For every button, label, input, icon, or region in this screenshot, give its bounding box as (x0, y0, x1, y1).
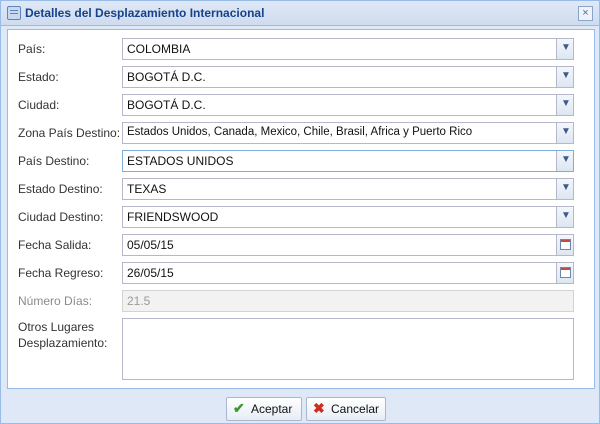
label-otros-lugares-1: Otros Lugares (18, 320, 95, 334)
pais-combo[interactable]: COLOMBIA ▼ (122, 38, 574, 60)
pais-destino-combo[interactable]: ESTADOS UNIDOS ▼ (122, 150, 574, 172)
row-otros-lugares: Otros Lugares Desplazamiento: (8, 318, 594, 380)
row-ciudad-destino: Ciudad Destino: FRIENDSWOOD ▼ (8, 206, 594, 228)
row-fecha-salida: Fecha Salida: 05/05/15 (8, 234, 594, 256)
estado-destino-value: TEXAS (127, 182, 167, 196)
label-pais: País: (18, 42, 46, 56)
chevron-down-icon: ▼ (561, 98, 571, 109)
label-otros-lugares-2: Desplazamiento: (18, 336, 108, 350)
row-zona: Zona País Destino: Estados Unidos, Canad… (8, 122, 594, 144)
check-icon: ✔ (233, 400, 245, 416)
numero-dias-field: 21.5 (122, 290, 574, 312)
calendar-icon (560, 239, 571, 250)
label-ciudad: Ciudad: (18, 98, 60, 112)
x-icon: ✖ (313, 400, 325, 416)
fecha-salida-value: 05/05/15 (127, 238, 174, 252)
label-numero-dias: Número Días: (18, 294, 93, 308)
ciudad-destino-dropdown-trigger[interactable]: ▼ (556, 207, 573, 227)
titlebar[interactable]: Detalles del Desplazamiento Internaciona… (1, 1, 599, 26)
estado-destino-combo[interactable]: TEXAS ▼ (122, 178, 574, 200)
row-estado: Estado: BOGOTÁ D.C. ▼ (8, 66, 594, 88)
chevron-down-icon: ▼ (561, 70, 571, 81)
row-pais-destino: País Destino: ESTADOS UNIDOS ▼ (8, 150, 594, 172)
aceptar-label: Aceptar (251, 402, 293, 416)
chevron-down-icon: ▼ (561, 42, 571, 53)
dialog-title: Detalles del Desplazamiento Internaciona… (25, 6, 265, 20)
chevron-down-icon: ▼ (561, 126, 571, 137)
fecha-regreso-field[interactable]: 26/05/15 (122, 262, 574, 284)
chevron-down-icon: ▼ (561, 182, 571, 193)
pais-dropdown-trigger[interactable]: ▼ (556, 39, 573, 59)
dialog-window: Detalles del Desplazamiento Internaciona… (0, 0, 600, 424)
estado-destino-dropdown-trigger[interactable]: ▼ (556, 179, 573, 199)
ciudad-dropdown-trigger[interactable]: ▼ (556, 95, 573, 115)
label-fecha-regreso: Fecha Regreso: (18, 266, 104, 280)
row-ciudad: Ciudad: BOGOTÁ D.C. ▼ (8, 94, 594, 116)
close-button[interactable]: × (578, 6, 593, 21)
fecha-salida-field[interactable]: 05/05/15 (122, 234, 574, 256)
label-fecha-salida: Fecha Salida: (18, 238, 92, 252)
ciudad-value: BOGOTÁ D.C. (127, 98, 206, 112)
chevron-down-icon: ▼ (561, 154, 571, 165)
chevron-down-icon: ▼ (561, 210, 571, 221)
estado-combo[interactable]: BOGOTÁ D.C. ▼ (122, 66, 574, 88)
form-body: País: COLOMBIA ▼ Estado: BOGOTÁ D.C. ▼ C… (7, 29, 595, 389)
cancelar-label: Cancelar (331, 402, 380, 416)
row-pais: País: COLOMBIA ▼ (8, 38, 594, 60)
pais-destino-dropdown-trigger[interactable]: ▼ (556, 151, 573, 171)
pais-destino-value: ESTADOS UNIDOS (127, 154, 234, 168)
label-estado-destino: Estado Destino: (18, 182, 103, 196)
label-ciudad-destino: Ciudad Destino: (18, 210, 104, 224)
calendar-icon (560, 267, 571, 278)
button-bar: ✔ Aceptar ✖ Cancelar (1, 391, 599, 423)
row-numero-dias: Número Días: 21.5 (8, 290, 594, 312)
cancelar-button[interactable]: ✖ Cancelar (306, 397, 386, 421)
fecha-salida-picker-trigger[interactable] (556, 235, 573, 255)
numero-dias-value: 21.5 (127, 294, 151, 308)
fecha-regreso-value: 26/05/15 (127, 266, 174, 280)
form-window-icon (7, 6, 21, 20)
otros-lugares-textarea[interactable] (122, 318, 574, 380)
pais-value: COLOMBIA (127, 42, 191, 56)
zona-value: Estados Unidos, Canada, Mexico, Chile, B… (127, 126, 473, 138)
zona-combo[interactable]: Estados Unidos, Canada, Mexico, Chile, B… (122, 122, 574, 144)
label-estado: Estado: (18, 70, 59, 84)
ciudad-combo[interactable]: BOGOTÁ D.C. ▼ (122, 94, 574, 116)
row-estado-destino: Estado Destino: TEXAS ▼ (8, 178, 594, 200)
fecha-regreso-picker-trigger[interactable] (556, 263, 573, 283)
estado-dropdown-trigger[interactable]: ▼ (556, 67, 573, 87)
zona-dropdown-trigger[interactable]: ▼ (556, 123, 573, 143)
ciudad-destino-value: FRIENDSWOOD (127, 210, 219, 224)
row-fecha-regreso: Fecha Regreso: 26/05/15 (8, 262, 594, 284)
aceptar-button[interactable]: ✔ Aceptar (226, 397, 302, 421)
estado-value: BOGOTÁ D.C. (127, 70, 206, 84)
label-pais-destino: País Destino: (18, 154, 90, 168)
label-zona: Zona País Destino: (18, 126, 121, 140)
ciudad-destino-combo[interactable]: FRIENDSWOOD ▼ (122, 206, 574, 228)
